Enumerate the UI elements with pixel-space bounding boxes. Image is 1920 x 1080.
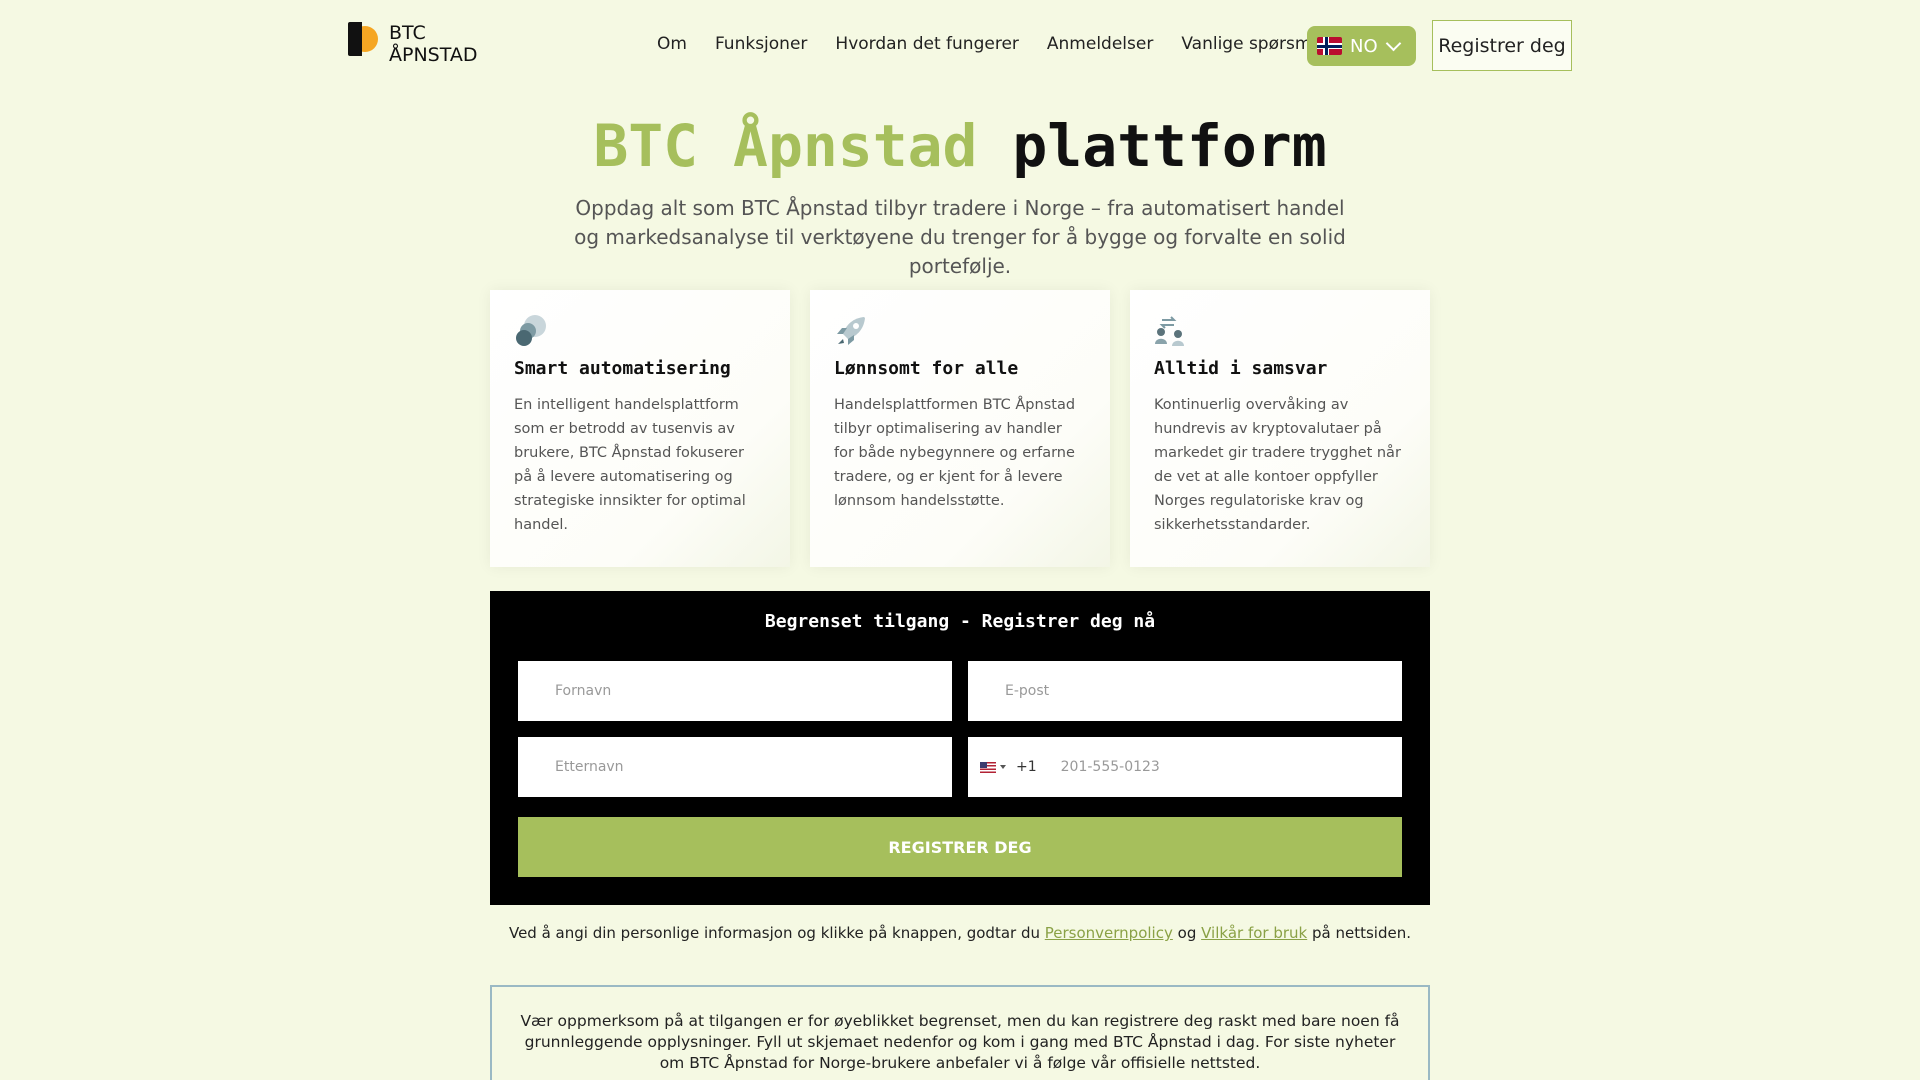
registration-form: Begrenset tilgang - Registrer deg nå For… (490, 591, 1430, 905)
consent-and: og (1177, 924, 1197, 942)
phone-placeholder: 201-555-0123 (1060, 759, 1160, 775)
notice-text: Vær oppmerksom på at tilgangen er for øy… (520, 1012, 1400, 1072)
hero-title-rest: plattform (1012, 112, 1327, 180)
chevron-down-icon (1385, 35, 1401, 51)
header-register-button[interactable]: Registrer deg (1432, 20, 1572, 71)
email-field[interactable]: E-post (968, 661, 1402, 721)
first-name-field[interactable]: Fornavn (518, 661, 952, 721)
feature-cards: Smart automatisering En intelligent hand… (490, 290, 1430, 567)
logo-line1: BTC (389, 22, 426, 44)
norway-flag-icon (1317, 37, 1342, 55)
main-nav: Om Funksjoner Hvordan det fungerer Anmel… (657, 34, 1327, 54)
consent-after: på nettsiden. (1312, 924, 1411, 942)
feature-card: Smart automatisering En intelligent hand… (490, 290, 790, 567)
language-code: NO (1350, 35, 1378, 57)
feature-card-text: En intelligent handelsplattform som er b… (514, 397, 746, 533)
phone-field[interactable]: +1 201-555-0123 (968, 737, 1402, 797)
spheres-icon (514, 314, 548, 348)
feature-card-title: Lønnsomt for alle (834, 358, 1019, 379)
feature-card-title: Smart automatisering (514, 358, 731, 379)
feature-card-title: Alltid i samsvar (1154, 358, 1328, 379)
privacy-policy-link[interactable]: Personvernpolicy (1045, 924, 1173, 942)
terms-link[interactable]: Vilkår for bruk (1201, 924, 1307, 942)
consent-text: Ved å angi din personlige informasjon og… (0, 924, 1920, 942)
notice-box: Vær oppmerksom på at tilgangen er for øy… (490, 985, 1430, 1080)
dial-code: +1 (1016, 759, 1037, 775)
hero-title-accent: BTC Åpnstad (593, 112, 978, 180)
logo-line2: ÅPNSTAD (389, 44, 478, 66)
feature-card-text: Kontinuerlig overvåking av hundrevis av … (1154, 397, 1401, 533)
feature-card: Alltid i samsvar Kontinuerlig overvåking… (1130, 290, 1430, 567)
hero-subtitle: Oppdag alt som BTC Åpnstad tilbyr trader… (574, 196, 1346, 278)
language-selector[interactable]: NO (1307, 26, 1416, 66)
logo[interactable]: BTC ÅPNSTAD (348, 22, 478, 66)
consent-before: Ved å angi din personlige informasjon og… (508, 924, 1040, 942)
caret-down-icon[interactable] (1000, 765, 1006, 769)
nav-item-how-it-works[interactable]: Hvordan det fungerer (835, 34, 1019, 54)
logo-text: BTC ÅPNSTAD (389, 22, 478, 66)
form-title: Begrenset tilgang - Registrer deg nå (764, 611, 1156, 632)
nav-item-about[interactable]: Om (657, 34, 687, 54)
submit-button[interactable]: REGISTRER DEG (518, 817, 1402, 877)
rocket-icon (834, 314, 868, 348)
nav-item-features[interactable]: Funksjoner (715, 34, 807, 54)
exchange-users-icon (1154, 314, 1188, 348)
feature-card-text: Handelsplattformen BTC Åpnstad tilbyr op… (834, 397, 1076, 509)
hero-title: BTC Åpnstad plattform (0, 108, 1920, 184)
us-flag-icon[interactable] (980, 761, 996, 773)
feature-card: Lønnsomt for alle Handelsplattformen BTC… (810, 290, 1110, 567)
site-header: BTC ÅPNSTAD Om Funksjoner Hvordan det fu… (348, 20, 1572, 72)
last-name-field[interactable]: Etternavn (518, 737, 952, 797)
nav-item-reviews[interactable]: Anmeldelser (1047, 34, 1153, 54)
logo-icon (348, 22, 378, 56)
nav-item-faq[interactable]: Vanlige spørsmål (1181, 34, 1326, 54)
